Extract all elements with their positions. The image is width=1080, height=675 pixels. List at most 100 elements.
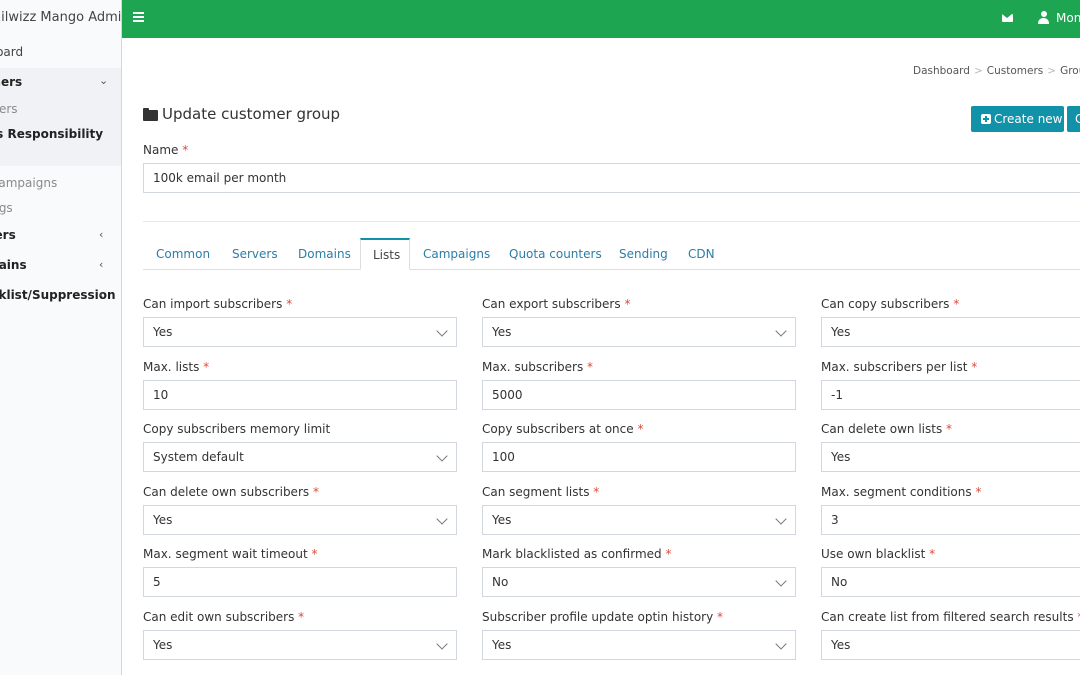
chevron-down-icon[interactable]: ⌄ [99,74,108,87]
tab-cdn[interactable]: CDN [688,247,715,261]
can-create-list-from-filtered-search-results-select[interactable]: Yes [821,630,1080,660]
breadcrumb-customers[interactable]: Customers [987,65,1043,77]
breadcrumb-dashboard[interactable]: Dashboard [913,65,970,77]
use-own-blacklist-label: Use own blacklist * [821,547,936,561]
tab-quota-counters[interactable]: Quota counters [509,247,602,261]
tabs-baseline [143,269,1080,270]
can-edit-own-subscribers-label: Can edit own subscribers * [143,610,305,624]
chevron-left-icon[interactable]: ‹ [99,258,103,271]
use-own-blacklist-value: No [831,575,848,589]
can-import-subscribers-label: Can import subscribers * [143,297,293,311]
max-subscribers-label: Max. subscribers * [482,360,594,374]
tab-lists[interactable]: Lists [360,238,410,270]
can-export-subscribers-select[interactable]: Yes [482,317,796,347]
can-segment-lists-select[interactable]: Yes [482,505,796,535]
max-subscribers-per-list-input[interactable]: -1 [821,380,1080,410]
can-import-subscribers-select[interactable]: Yes [143,317,457,347]
chevron-down-icon [775,575,787,587]
copy-subscribers-at-once-input[interactable]: 100 [482,442,796,472]
max-segment-conditions-input[interactable]: 3 [821,505,1080,535]
breadcrumb-groups[interactable]: Groups [1060,65,1080,77]
subscriber-profile-update-optin-history-select[interactable]: Yes [482,630,796,660]
create-new-label: Create new [994,112,1063,126]
can-delete-own-subscribers-value: Yes [153,513,173,527]
user-menu[interactable]: Mongo [1056,11,1080,25]
menu-toggle-icon[interactable] [133,12,144,22]
can-delete-own-lists-label: Can delete own lists * [821,422,953,436]
mark-blacklisted-as-confirmed-label: Mark blacklisted as confirmed * [482,547,672,561]
app-logo[interactable]: Mailwizz Mango Admin [0,10,121,25]
name-input[interactable]: 100k email per month [143,163,1080,193]
can-edit-own-subscribers-select[interactable]: Yes [143,630,457,660]
max-segment-wait-timeout-value: 5 [153,575,161,589]
copy-subscribers-memory-limit-select[interactable]: System default [143,442,457,472]
can-copy-subscribers-label: Can copy subscribers * [821,297,960,311]
max-lists-value: 10 [153,388,169,402]
can-copy-subscribers-value: Yes [831,325,851,339]
sidebar-item-domains[interactable]: Domains [0,258,27,272]
can-segment-lists-label: Can segment lists * [482,485,600,499]
max-subscribers-per-list-label: Max. subscribers per list * [821,360,978,374]
create-new-button[interactable]: Create new [971,106,1064,132]
can-delete-own-subscribers-label: Can delete own subscribers * [143,485,319,499]
subscriber-profile-update-optin-history-label: Subscriber profile update optin history … [482,610,724,624]
can-delete-own-lists-value: Yes [831,450,851,464]
sidebar-subitem-logs[interactable]: Logs [0,201,13,215]
mark-blacklisted-as-confirmed-value: No [492,575,509,589]
can-create-list-from-filtered-search-results-label: Can create list from filtered search res… [821,610,1080,624]
sidebar-subitem-customers[interactable]: Customers [0,102,18,116]
tab-servers[interactable]: Servers [232,247,278,261]
sidebar-subitem-campaigns[interactable]: Campaigns [0,176,57,190]
tab-common[interactable]: Common [156,247,210,261]
can-export-subscribers-value: Yes [492,325,512,339]
tab-sending[interactable]: Sending [619,247,668,261]
subscriber-profile-update-optin-history-value: Yes [492,638,512,652]
max-subscribers-input[interactable]: 5000 [482,380,796,410]
use-own-blacklist-select[interactable]: No [821,567,1080,597]
chevron-left-icon[interactable]: ‹ [99,288,103,301]
top-navbar: Mongo [122,0,1080,38]
breadcrumb-separator: > [973,65,983,77]
chevron-down-icon [775,325,787,337]
chevron-down-icon [436,450,448,462]
breadcrumb: Dashboard>Customers>Groups [913,65,1080,77]
copy-subscribers-memory-limit-label: Copy subscribers memory limit [143,422,331,436]
user-icon[interactable] [1038,11,1049,24]
envelope-icon[interactable] [1002,14,1013,22]
sidebar-item-customers[interactable]: Customers [0,75,22,89]
can-delete-own-lists-select[interactable]: Yes [821,442,1080,472]
chevron-down-icon [775,513,787,525]
can-create-list-from-filtered-search-results-value: Yes [831,638,851,652]
sidebar-item-servers[interactable]: Servers [0,228,16,242]
can-delete-own-subscribers-select[interactable]: Yes [143,505,457,535]
name-label: Name * [143,143,189,157]
can-segment-lists-value: Yes [492,513,512,527]
chevron-left-icon[interactable]: ‹ [99,228,103,241]
sidebar-item-dashboard[interactable]: Dashboard [0,45,23,59]
breadcrumb-separator: > [1047,65,1057,77]
can-export-subscribers-label: Can export subscribers * [482,297,631,311]
max-subscribers-value: 5000 [492,388,523,402]
folder-icon [143,108,158,121]
tab-domains[interactable]: Domains [298,247,351,261]
mark-blacklisted-as-confirmed-select[interactable]: No [482,567,796,597]
copy-subscribers-memory-limit-value: System default [153,450,244,464]
tab-campaigns[interactable]: Campaigns [423,247,490,261]
chevron-down-icon [436,638,448,650]
divider [143,221,1080,222]
tab-lists-label: Lists [373,248,401,262]
max-segment-wait-timeout-label: Max. segment wait timeout * [143,547,318,561]
max-lists-input[interactable]: 10 [143,380,457,410]
can-copy-subscribers-select[interactable]: Yes [821,317,1080,347]
max-segment-wait-timeout-input[interactable]: 5 [143,567,457,597]
plus-square-icon [981,114,991,124]
can-edit-own-subscribers-value: Yes [153,638,173,652]
extra-action-button[interactable]: C [1067,106,1080,132]
sidebar-subitem-groups[interactable]: Groups Responsibility [0,127,103,141]
max-segment-conditions-value: 3 [831,513,839,527]
sidebar: Mailwizz Mango Admin Dashboard Customers… [0,0,122,675]
chevron-down-icon [436,325,448,337]
page-title: Update customer group [162,105,341,123]
max-segment-conditions-label: Max. segment conditions * [821,485,982,499]
max-lists-label: Max. lists * [143,360,210,374]
